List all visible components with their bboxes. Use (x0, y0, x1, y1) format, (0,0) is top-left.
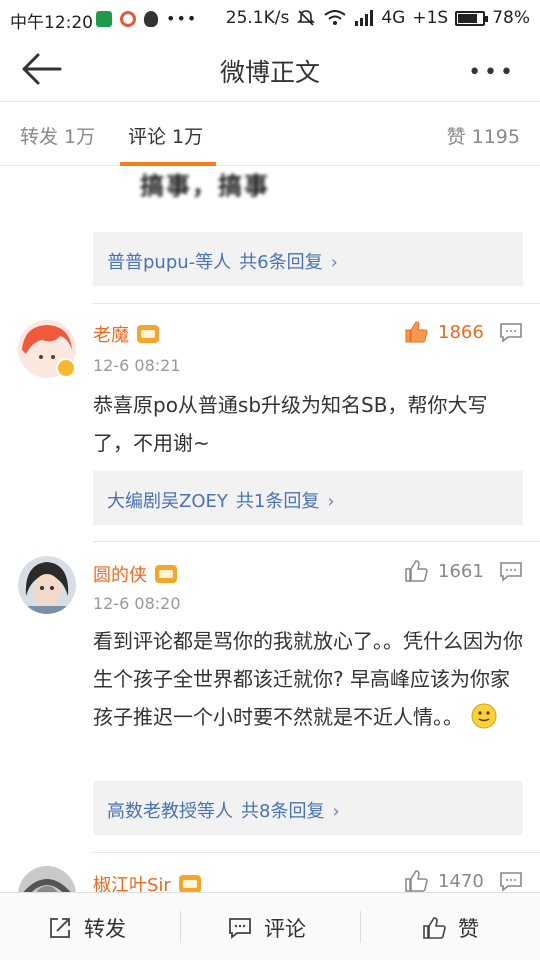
separator (360, 911, 361, 943)
shield-app-icon (96, 10, 112, 27)
verified-badge (56, 358, 76, 378)
separator (180, 911, 181, 943)
vip-crown-icon (137, 325, 159, 343)
comment-username[interactable]: 圆的侠 (93, 561, 177, 587)
network-extra: +1S (412, 8, 449, 28)
username[interactable]: 圆的侠 (93, 561, 147, 587)
tab-comment[interactable]: 评论 1万 (128, 122, 203, 149)
smile-emoji-icon (471, 703, 497, 729)
avatar[interactable] (18, 866, 76, 892)
reply-users: 普普pupu-等人 (107, 252, 232, 273)
comment-list[interactable]: 搞事，搞事 普普pupu-等人 共6条回复 › 老魔 1866 12-6 08:21… (0, 166, 540, 892)
comment-text: 看到评论都是骂你的我就放心了。。凭什么因为你生个孩子全世界都该迁就你? 早高峰应… (93, 629, 523, 729)
status-time: 中午12:20 (10, 13, 93, 33)
reply-summary[interactable]: 高数老教授等人 共8条回复 › (93, 781, 523, 835)
reply-count: 共8条回复 (241, 801, 325, 822)
thumbs-up-icon (405, 870, 428, 892)
repost-button[interactable]: 转发 (48, 913, 126, 943)
tab-bar: 转发 1万 评论 1万 赞 1195 (0, 102, 540, 166)
mute-icon (297, 10, 316, 26)
username[interactable]: 椒江叶Sir (93, 871, 171, 892)
penguin-app-icon (144, 10, 158, 27)
thumbs-up-icon (423, 917, 446, 939)
tab-like[interactable]: 赞 1195 (447, 122, 520, 149)
browser-app-icon (120, 10, 136, 27)
comment-username[interactable]: 老魔 (93, 321, 159, 347)
vip-crown-icon (155, 565, 177, 583)
divider (93, 541, 540, 542)
like-post-button[interactable]: 赞 (422, 913, 479, 943)
net-speed: 25.1K/s (225, 8, 290, 28)
reply-summary[interactable]: 普普pupu-等人 共6条回复 › (93, 232, 523, 286)
like-button[interactable]: 1661 (404, 559, 484, 583)
chevron-right-icon: › (332, 801, 340, 822)
wifi-icon (324, 10, 346, 25)
status-bar: 中午12:20 ••• 25.1K/s 4G +1S 78% (0, 0, 540, 36)
more-options-icon[interactable]: ••• (468, 60, 516, 85)
bottom-action-bar: 转发 评论 赞 (0, 892, 540, 960)
battery-percent: 78% (492, 8, 530, 28)
battery-icon (455, 10, 489, 26)
avatar-image (18, 866, 76, 892)
comment-text: 恭喜原po从普通sb升级为知名SB，帮你大写了，不用谢~ (93, 393, 488, 455)
reply-count: 共6条回复 (239, 252, 323, 273)
comment-icon (229, 918, 251, 939)
thumbs-up-icon (405, 560, 428, 582)
reply-comment-icon[interactable] (500, 872, 522, 892)
like-count: 1470 (438, 870, 484, 892)
like-label: 赞 (458, 917, 479, 941)
comment-button[interactable]: 评论 (228, 913, 306, 943)
divider (93, 303, 540, 304)
partial-comment-text: 搞事，搞事 (140, 172, 270, 200)
avatar[interactable] (18, 556, 76, 614)
reply-comment-icon[interactable] (500, 562, 522, 582)
like-button[interactable]: 1866 (404, 320, 484, 344)
comment-time: 12-6 08:20 (93, 594, 181, 613)
username[interactable]: 老魔 (93, 321, 129, 347)
reply-summary[interactable]: 大编剧吴ZOEY 共1条回复 › (93, 471, 523, 525)
thumbs-up-icon (405, 321, 428, 343)
signal-icon (355, 10, 374, 26)
nav-bar: 微博正文 ••• (0, 36, 540, 102)
like-count: 1866 (438, 321, 484, 343)
page-title: 微博正文 (219, 58, 320, 87)
repost-icon (50, 918, 70, 938)
divider (93, 852, 540, 853)
comment-label: 评论 (264, 917, 306, 941)
notification-icons: ••• (96, 9, 197, 28)
comment-text-block: 看到评论都是骂你的我就放心了。。凭什么因为你生个孩子全世界都该迁就你? 早高峰应… (93, 622, 523, 736)
vip-crown-icon (178, 875, 201, 892)
like-button[interactable]: 1470 (404, 869, 484, 892)
avatar-image (18, 556, 76, 614)
more-notifications-icon: ••• (166, 9, 198, 28)
reply-count: 共1条回复 (235, 491, 320, 512)
comment-time: 12-6 08:21 (93, 356, 181, 375)
comment-username[interactable]: 椒江叶Sir (93, 871, 201, 892)
tab-repost[interactable]: 转发 1万 (20, 122, 95, 149)
reply-users: 大编剧吴ZOEY (107, 491, 228, 512)
repost-label: 转发 (84, 917, 126, 941)
chevron-right-icon: › (330, 252, 338, 273)
chevron-right-icon: › (327, 491, 335, 512)
reply-comment-icon[interactable] (500, 323, 522, 343)
network-type: 4G (381, 8, 406, 28)
reply-users: 高数老教授等人 (107, 801, 233, 822)
like-count: 1661 (438, 560, 484, 582)
